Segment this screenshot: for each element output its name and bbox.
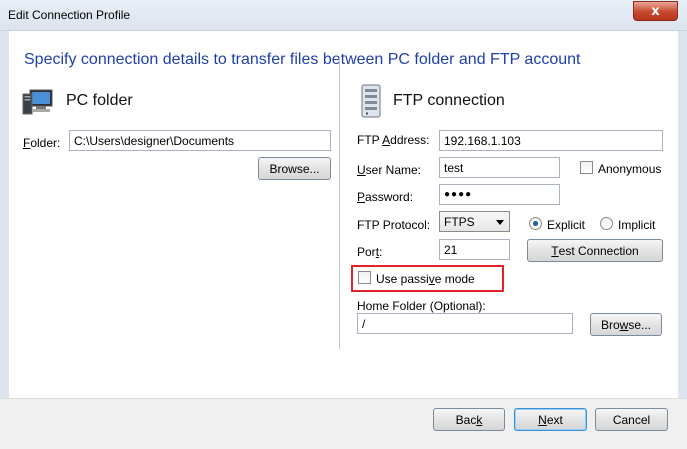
close-button[interactable]: x — [633, 1, 678, 21]
page-heading: Specify connection details to transfer f… — [24, 51, 581, 68]
window-title: Edit Connection Profile — [8, 8, 131, 22]
home-folder-label: Home Folder (Optional): — [357, 299, 486, 313]
ftp-address-label: FTP Address: — [357, 133, 430, 147]
password-label: Password: — [357, 190, 414, 204]
ftp-connection-title: FTP connection — [393, 92, 505, 109]
server-icon — [361, 84, 381, 118]
anonymous-label: Anonymous — [598, 162, 662, 176]
ftp-protocol-value: FTPS — [444, 215, 475, 229]
close-icon: x — [651, 3, 660, 19]
port-field[interactable]: 21 — [439, 239, 510, 260]
explicit-label: Explicit — [547, 218, 586, 232]
pc-folder-title: PC folder — [66, 92, 133, 109]
monitor-icon — [22, 88, 54, 118]
title-bar: Edit Connection Profile x — [0, 0, 687, 31]
username-field[interactable]: test — [439, 157, 560, 178]
passive-mode-label: Use passive mode — [376, 272, 475, 286]
folder-label: Folder: — [23, 136, 61, 150]
cancel-button[interactable]: Cancel — [595, 408, 668, 431]
implicit-label: Implicit — [618, 218, 656, 232]
chevron-down-icon — [496, 220, 504, 225]
pc-browse-button[interactable]: Browse... — [258, 157, 331, 180]
test-connection-button[interactable]: Test Connection — [527, 239, 663, 262]
passive-mode-checkbox[interactable] — [358, 271, 371, 284]
ftp-protocol-label: FTP Protocol: — [357, 218, 431, 232]
ftp-protocol-select[interactable]: FTPS — [439, 211, 510, 232]
ftp-address-field[interactable]: 192.168.1.103 — [439, 130, 663, 151]
content-panel: Specify connection details to transfer f… — [9, 31, 678, 398]
home-folder-field[interactable]: / — [357, 313, 573, 334]
password-field[interactable]: ●●●● — [439, 184, 560, 205]
back-button[interactable]: Bac k — [433, 408, 505, 431]
window-frame-left — [0, 31, 9, 398]
ftp-browse-button[interactable]: Bro w se... — [590, 313, 662, 336]
port-label: Port: — [357, 245, 383, 259]
folder-field[interactable]: C:\Users\designer\Documents — [69, 130, 331, 151]
username-label: User Name: — [357, 163, 422, 177]
next-button[interactable]: Next — [514, 408, 587, 431]
explicit-radio[interactable] — [529, 217, 542, 230]
implicit-radio[interactable] — [600, 217, 613, 230]
section-divider — [339, 58, 340, 349]
anonymous-checkbox[interactable] — [580, 161, 593, 174]
window-frame-right — [678, 31, 687, 398]
